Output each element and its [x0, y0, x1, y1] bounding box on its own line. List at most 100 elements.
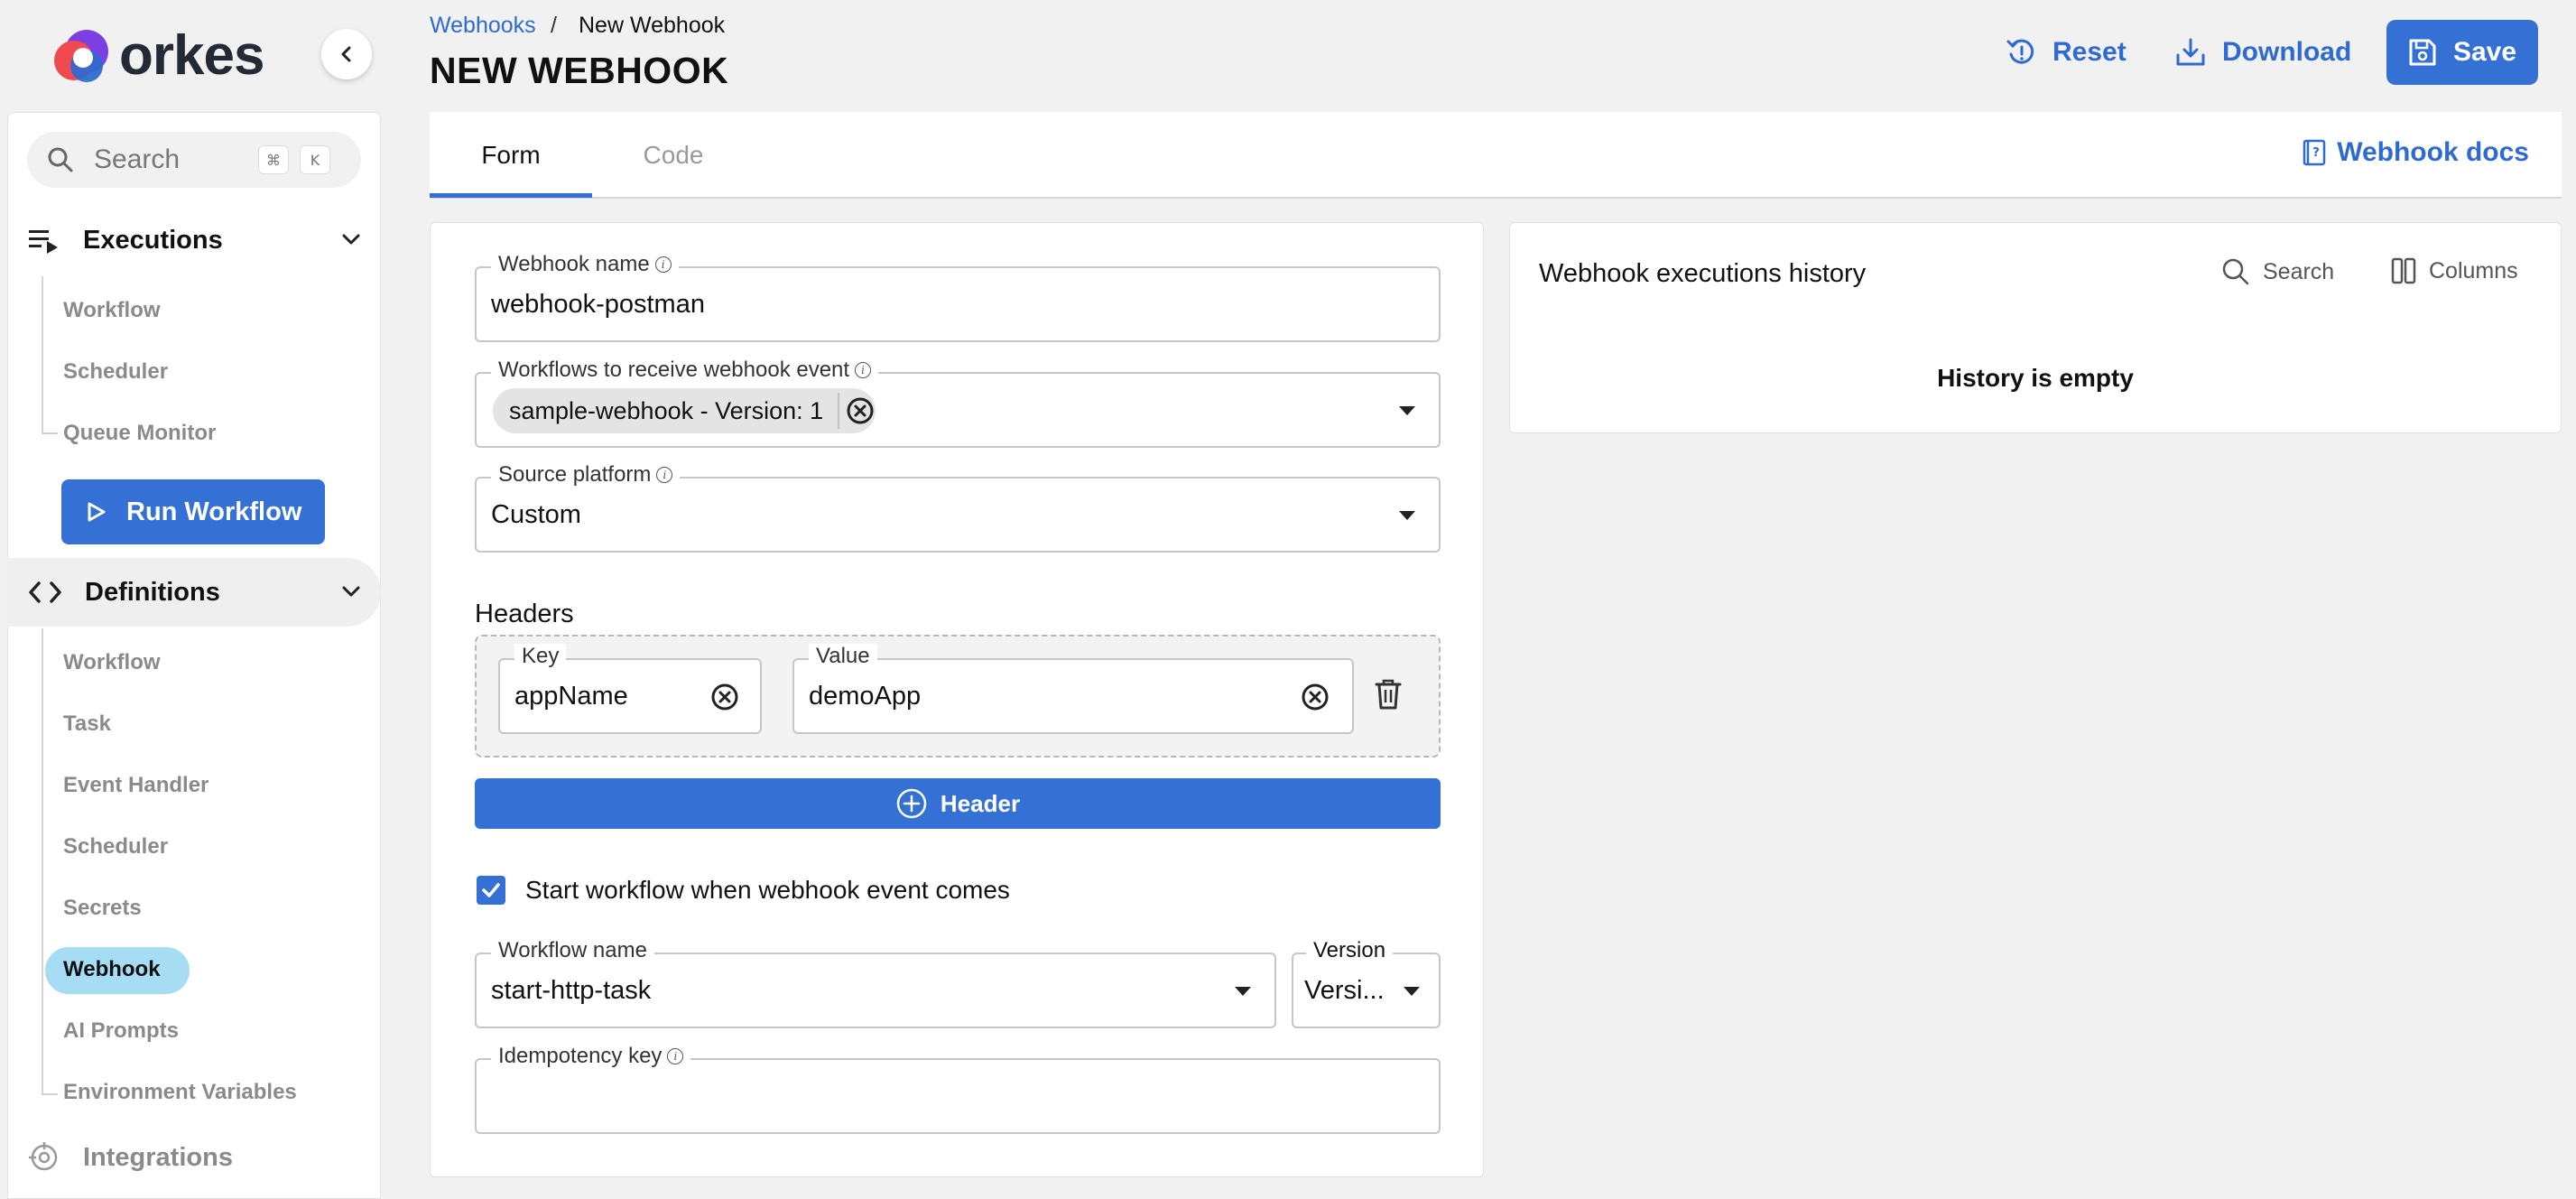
workflows-select-field[interactable]: Workflows to receive webhook event i samp…: [475, 358, 1441, 448]
sidebar-item-task[interactable]: Task: [63, 711, 111, 737]
clear-key-icon[interactable]: [709, 682, 740, 712]
nav-section-executions[interactable]: Executions: [7, 206, 381, 274]
workflow-chip-label: sample-webhook - Version: 1: [509, 396, 824, 424]
history-title: Webhook executions history: [1539, 259, 1867, 288]
search-icon: [48, 147, 73, 172]
reset-icon: [2006, 39, 2034, 64]
history-search-label: Search: [2263, 258, 2335, 284]
nav-section-label: Executions: [83, 225, 223, 255]
sidebar-item-definitions-workflow[interactable]: Workflow: [63, 650, 161, 675]
save-label: Save: [2452, 37, 2517, 67]
header-value-field[interactable]: Value demoApp: [792, 644, 1354, 734]
breadcrumb-webhooks-link[interactable]: Webhooks: [430, 13, 536, 39]
download-label: Download: [2222, 37, 2352, 67]
active-tab-indicator: [430, 193, 592, 198]
dropdown-arrow-icon[interactable]: [1399, 406, 1415, 415]
webhook-docs-label: Webhook docs: [2337, 137, 2529, 167]
start-workflow-checkbox[interactable]: [477, 876, 505, 905]
chevron-left-icon: [341, 46, 351, 62]
floppy-disk-icon: [2409, 39, 2436, 66]
breadcrumb-current: New Webhook: [579, 13, 726, 38]
tab-code[interactable]: Code: [592, 112, 755, 199]
sidebar-item-webhook[interactable]: Webhook: [63, 957, 161, 982]
sidebar-item-queue-monitor[interactable]: Queue Monitor: [63, 421, 216, 446]
nav-tree-line: [42, 628, 43, 1094]
version-select[interactable]: Version Versi...: [1292, 938, 1441, 1028]
history-columns-label: Columns: [2429, 257, 2518, 283]
header-key-field[interactable]: Key appName: [498, 644, 762, 734]
search-placeholder: Search: [94, 144, 181, 174]
tab-form[interactable]: Form: [430, 112, 592, 199]
history-columns-button[interactable]: Columns: [2391, 257, 2518, 284]
dropdown-arrow-icon[interactable]: [1399, 511, 1415, 520]
breadcrumb-separator: /: [551, 13, 557, 38]
nav-tree-tick: [42, 432, 58, 434]
shortcut-k-key: K: [300, 145, 330, 174]
idempotency-key-field[interactable]: Idempotency key i: [475, 1044, 1441, 1134]
add-header-label: Header: [940, 789, 1021, 817]
shortcut-cmd-key: ⌘: [258, 145, 289, 174]
source-platform-select[interactable]: Source platform i Custom: [475, 462, 1441, 553]
executions-history-card: Webhook executions history Search Column…: [1509, 222, 2562, 433]
checkmark-icon: [482, 883, 500, 897]
trash-icon[interactable]: [1374, 678, 1403, 711]
sidebar-item-environment-variables[interactable]: Environment Variables: [63, 1080, 297, 1105]
docs-book-icon: ?: [2303, 139, 2326, 166]
sidebar-item-executions-workflow[interactable]: Workflow: [63, 298, 161, 323]
sidebar-search-input[interactable]: Search ⌘ K: [27, 132, 361, 188]
idempotency-key-legend: Idempotency key i: [491, 1044, 691, 1069]
page-title: NEW WEBHOOK: [430, 50, 729, 91]
workflows-legend: Workflows to receive webhook event i: [491, 358, 879, 383]
sidebar-item-definitions-scheduler[interactable]: Scheduler: [63, 834, 168, 860]
download-button[interactable]: Download: [2175, 27, 2351, 78]
collapse-sidebar-button[interactable]: [321, 29, 372, 79]
search-icon: [2222, 258, 2249, 285]
save-button[interactable]: Save: [2386, 20, 2538, 85]
play-icon: [88, 502, 106, 522]
reset-button[interactable]: Reset: [2006, 27, 2127, 78]
start-workflow-label[interactable]: Start workflow when webhook event comes: [525, 876, 1010, 905]
reset-label: Reset: [2052, 37, 2127, 67]
webhook-name-value: webhook-postman: [491, 289, 705, 319]
headers-section-label: Headers: [475, 600, 574, 628]
webhook-docs-link[interactable]: ? Webhook docs: [2303, 137, 2529, 168]
columns-icon: [2391, 257, 2416, 284]
run-workflow-label: Run Workflow: [126, 497, 302, 526]
dropdown-arrow-icon[interactable]: [1404, 987, 1420, 996]
header-key-value: appName: [514, 681, 628, 711]
info-icon: i: [667, 1048, 684, 1064]
workflow-name-select[interactable]: Workflow name start-http-task: [475, 938, 1276, 1028]
header-value-value: demoApp: [809, 681, 922, 711]
chip-divider: [838, 393, 840, 429]
sidebar-item-ai-prompts[interactable]: AI Prompts: [63, 1018, 179, 1044]
nav-section-label: Definitions: [85, 577, 220, 607]
orkes-logo-icon: [54, 30, 108, 82]
source-platform-value: Custom: [491, 499, 581, 529]
add-header-button[interactable]: Header: [475, 778, 1441, 829]
nav-section-definitions[interactable]: Definitions: [7, 558, 381, 627]
nav-section-integrations[interactable]: Integrations: [7, 1123, 381, 1192]
tabs-bar: Form Code ? Webhook docs: [430, 112, 2562, 199]
sidebar-item-secrets[interactable]: Secrets: [63, 896, 142, 921]
info-icon: i: [855, 362, 872, 378]
dropdown-arrow-icon[interactable]: [1235, 987, 1251, 996]
run-workflow-button[interactable]: Run Workflow: [61, 479, 325, 544]
download-icon: [2176, 38, 2205, 66]
clear-value-icon[interactable]: [1300, 682, 1330, 712]
chevron-down-icon: [342, 586, 360, 597]
info-icon: i: [656, 467, 673, 483]
orkes-wordmark: orkes: [119, 23, 264, 87]
chevron-down-icon: [342, 234, 360, 245]
sidebar: orkes Search ⌘ K Executions Workflow Sch…: [0, 0, 383, 1199]
sidebar-item-event-handler[interactable]: Event Handler: [63, 773, 208, 798]
idempotency-key-label: Idempotency key: [498, 1044, 663, 1068]
orkes-logo[interactable]: orkes: [51, 23, 264, 87]
code-brackets-icon: [29, 581, 61, 603]
executions-icon: [29, 230, 58, 254]
workflow-name-value: start-http-task: [491, 975, 652, 1005]
workflow-chip[interactable]: sample-webhook - Version: 1: [493, 388, 876, 433]
history-search-button[interactable]: Search: [2221, 257, 2334, 286]
webhook-name-field[interactable]: Webhook name i webhook-postman: [475, 252, 1441, 342]
remove-chip-icon[interactable]: [845, 395, 876, 426]
sidebar-item-executions-scheduler[interactable]: Scheduler: [63, 359, 168, 385]
